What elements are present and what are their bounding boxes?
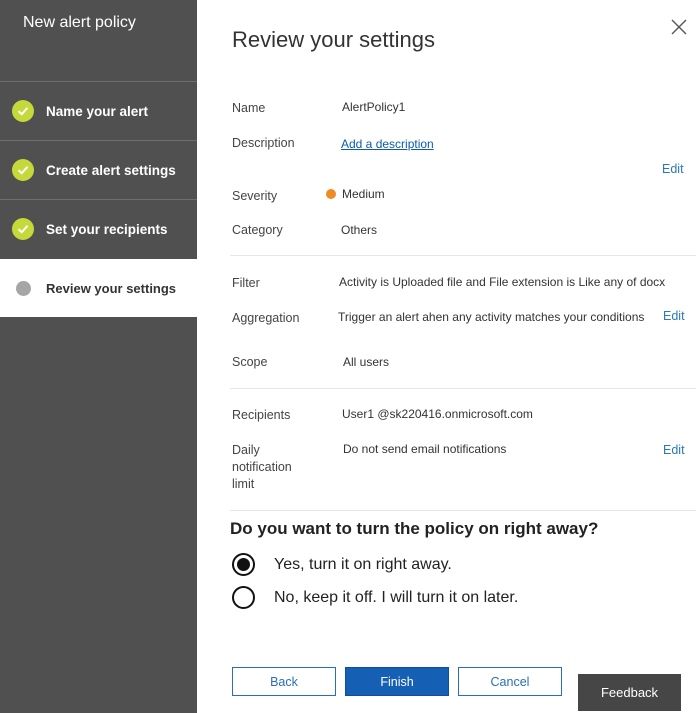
aggregation-label: Aggregation [232,311,300,325]
daily-limit-label-line1: Daily [232,443,260,457]
cancel-button[interactable]: Cancel [458,667,562,696]
severity-label: Severity [232,189,278,203]
checkmark-icon [12,100,34,122]
page-title: Review your settings [232,27,435,52]
edit-recipients-button[interactable]: Edit [663,443,685,457]
severity-value: Medium [326,187,385,201]
recipients-label: Recipients [232,408,291,422]
aggregation-value: Trigger an alert ahen any activity match… [338,310,645,324]
severity-text: Medium [342,187,385,201]
checkmark-icon [12,159,34,181]
radio-unselected-icon[interactable] [232,586,255,609]
close-button[interactable] [669,17,689,37]
name-value: AlertPolicy1 [342,100,406,114]
severity-dot-icon [326,189,336,199]
daily-limit-label-line2: notification [232,460,292,474]
step-label: Create alert settings [46,162,176,178]
section-divider [230,388,696,389]
name-label: Name [232,101,266,115]
radio-label: No, keep it off. I will turn it on later… [274,588,519,606]
description-label: Description [232,136,295,150]
finish-button[interactable]: Finish [345,667,449,696]
filter-label: Filter [232,276,260,290]
step-label: Set your recipients [46,221,168,237]
category-value: Others [341,223,378,237]
step-label: Review your settings [46,280,177,296]
radio-keep-off[interactable]: No, keep it off. I will turn it on later… [232,586,518,609]
checkmark-icon [12,218,34,240]
back-button[interactable]: Back [232,667,336,696]
feedback-button[interactable]: Feedback [578,674,681,711]
step-name-your-alert[interactable]: Name your alert [0,82,197,140]
daily-limit-value: Do not send email notifications [343,442,507,456]
filter-value: Activity is Uploaded file and File exten… [339,275,666,289]
radio-turn-on-now[interactable]: Yes, turn it on right away. [232,553,452,576]
scope-value: All users [343,355,390,369]
step-set-your-recipients[interactable]: Set your recipients [0,200,197,258]
panel-title: New alert policy [23,14,136,31]
scope-label: Scope [232,355,268,369]
recipients-value: User1 @sk220416.onmicrosoft.com [342,407,533,421]
section-divider [230,255,696,256]
edit-conditions-button[interactable]: Edit [663,309,685,323]
step-create-alert-settings[interactable]: Create alert settings [0,141,197,199]
radio-selected-icon[interactable] [232,553,255,576]
section-divider [230,510,696,511]
close-icon [671,19,687,35]
add-description-link[interactable]: Add a description [341,137,434,151]
turn-on-question: Do you want to turn the policy on right … [230,519,599,538]
wizard-sidebar: New alert policy Name your alert Create … [0,0,197,713]
edit-general-button[interactable]: Edit [662,162,684,176]
current-step-dot-icon [16,280,31,296]
radio-label: Yes, turn it on right away. [274,555,452,573]
daily-limit-label-line3: limit [232,477,255,491]
category-label: Category [232,223,283,237]
step-review-your-settings[interactable]: Review your settings [0,259,197,317]
step-label: Name your alert [46,103,149,119]
